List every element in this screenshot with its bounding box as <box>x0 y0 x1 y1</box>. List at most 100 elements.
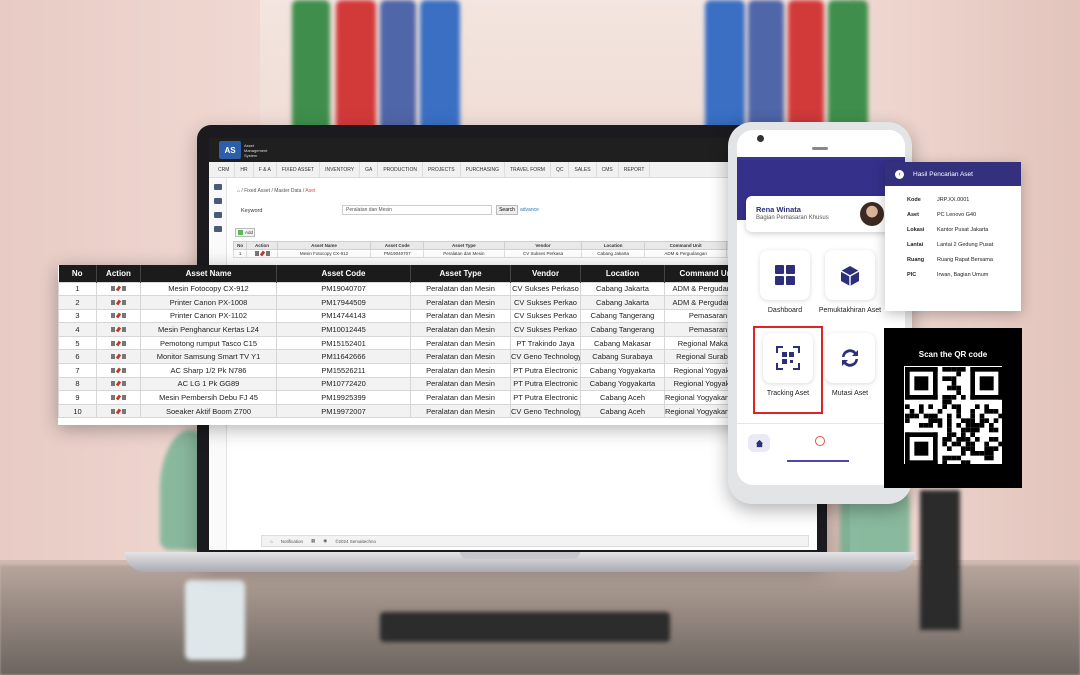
edit-icon[interactable] <box>115 353 122 360</box>
profile-card[interactable]: Rena Winata Bagian Pemasaran Khusus <box>746 196 896 232</box>
delete-icon[interactable] <box>122 286 126 292</box>
notification-link[interactable]: Notification <box>281 539 303 544</box>
delete-icon[interactable] <box>122 381 126 387</box>
menu-item-crm[interactable]: CRM <box>213 161 236 178</box>
edit-icon[interactable] <box>115 367 122 374</box>
column-header[interactable]: Vendor <box>510 265 581 282</box>
column-header[interactable]: Asset Name <box>140 265 277 282</box>
dashboard-tile[interactable] <box>760 250 810 300</box>
delete-icon[interactable] <box>122 313 126 319</box>
mutasi-aset-tile[interactable] <box>825 333 875 383</box>
history-icon[interactable] <box>815 436 825 446</box>
keyword-input[interactable]: Peralatan dan Mesin <box>342 205 492 215</box>
pemuktakhiran-aset-tile[interactable] <box>825 250 875 300</box>
table-row[interactable]: 8 AC LG 1 Pk GG89 PM10772420 Peralatan dan … <box>58 376 752 392</box>
edit-icon[interactable] <box>115 326 122 333</box>
back-icon[interactable]: ‹ <box>895 169 904 179</box>
menu-item-travel-form[interactable]: TRAVEL FORM <box>505 161 551 178</box>
menu-item-purchasing[interactable]: PURCHASING <box>461 161 505 178</box>
delete-icon[interactable] <box>122 367 126 373</box>
row-action-icons[interactable] <box>96 308 141 324</box>
column-header[interactable]: No <box>58 265 97 282</box>
sidebar-icon-4[interactable] <box>213 226 222 232</box>
view-icon[interactable] <box>111 340 115 346</box>
menu-item-ga[interactable]: GA <box>360 161 379 178</box>
mini-action-icons[interactable] <box>246 249 278 258</box>
delete-icon[interactable] <box>122 408 126 414</box>
edit-icon[interactable] <box>115 340 122 347</box>
mini-col-asset-name: Asset Name <box>276 241 372 250</box>
delete-icon[interactable] <box>122 340 126 346</box>
table-row[interactable]: 3 Printer Canon PX-1102 PM14744143 Peralata… <box>58 308 752 324</box>
table-row[interactable]: 10 Soeaker Aktif Boom Z700 PM19972007 Peral… <box>58 403 752 419</box>
view-icon[interactable] <box>111 299 115 305</box>
app-logo[interactable]: AS <box>219 141 241 159</box>
menu-item-sales[interactable]: SALES <box>569 161 597 178</box>
edit-icon[interactable] <box>115 408 122 415</box>
grid-icon[interactable]: ▦ <box>311 538 315 544</box>
edit-icon[interactable] <box>115 313 122 319</box>
home-icon[interactable]: ⌂ <box>270 539 273 544</box>
view-icon[interactable] <box>111 354 115 360</box>
column-header[interactable]: Asset Code <box>276 265 411 282</box>
menu-item-projects[interactable]: PROJECTS <box>423 161 461 178</box>
delete-icon[interactable] <box>122 327 126 333</box>
mini-cell: PM19040707 <box>370 249 425 258</box>
advance-link[interactable]: advance <box>520 207 539 213</box>
view-icon[interactable] <box>111 286 115 292</box>
menu-item-fa[interactable]: F & A <box>254 161 277 178</box>
delete-icon[interactable] <box>122 354 126 360</box>
menu-item-production[interactable]: PRODUCTION <box>378 161 423 178</box>
search-button[interactable]: Search <box>496 205 518 215</box>
delete-icon[interactable] <box>122 299 126 305</box>
edit-icon[interactable] <box>115 394 122 401</box>
delete-icon[interactable] <box>122 395 126 401</box>
edit-icon[interactable] <box>115 381 122 387</box>
add-button[interactable]: Add <box>235 228 255 237</box>
breadcrumb-fixed-asset[interactable]: Fixed Asset <box>244 188 270 194</box>
mini-table-row[interactable]: 1 Mesin Fotocopy CX-912 PM19040707 Peral… <box>232 249 793 258</box>
row-action-icons[interactable] <box>96 281 141 297</box>
menu-item-qc[interactable]: QC <box>551 161 570 178</box>
table-row[interactable]: 9 Mesin Pembersih Debu FJ 45 PM19925399 Per… <box>58 390 752 405</box>
qr-code[interactable] <box>904 366 1003 465</box>
table-row[interactable]: 6 Monitor Samsung Smart TV Y1 PM11642666 Pe… <box>58 349 752 365</box>
column-header[interactable]: Location <box>580 265 665 282</box>
row-action-icons[interactable] <box>96 363 141 378</box>
table-row[interactable]: 2 Printer Canon PX-1008 PM17944509 Peralata… <box>58 295 752 310</box>
row-action-icons[interactable] <box>96 322 141 337</box>
row-action-icons[interactable] <box>96 390 141 405</box>
table-row[interactable]: 5 Pemotong rumput Tasco C15 PM15152401 Pera… <box>58 335 752 351</box>
edit-icon[interactable] <box>115 299 122 306</box>
sidebar-icon-3[interactable] <box>213 212 222 218</box>
avatar[interactable] <box>860 202 884 226</box>
table-row[interactable]: 4 Mesin Penghancur Kertas L24 PM10012445 Pe… <box>58 322 752 337</box>
row-action-icons[interactable] <box>96 335 141 351</box>
view-icon[interactable] <box>111 367 115 373</box>
home-icon[interactable]: ⌂ <box>237 188 240 194</box>
menu-item-report[interactable]: REPORT <box>619 161 651 178</box>
menu-item-fixed-asset[interactable]: FIXED ASSET <box>277 161 321 178</box>
table-row[interactable]: 7 AC Sharp 1/2 Pk N786 PM15526211 Peralatan… <box>58 363 752 378</box>
menu-item-cms[interactable]: CMS <box>597 161 619 178</box>
column-header[interactable]: Asset Type <box>410 265 511 282</box>
sidebar-icon-2[interactable] <box>213 198 222 204</box>
table-row[interactable]: 1 Mesin Fotocopy CX-912 PM19040707 Peralata… <box>58 281 752 297</box>
row-action-icons[interactable] <box>96 376 141 392</box>
view-icon[interactable] <box>111 381 115 387</box>
globe-icon[interactable]: ◉ <box>323 538 327 544</box>
row-action-icons[interactable] <box>96 349 141 365</box>
breadcrumb-master-data[interactable]: Master Data <box>274 188 301 194</box>
menu-item-inventory[interactable]: INVENTORY <box>320 161 361 178</box>
menu-item-hr[interactable]: HR <box>235 161 254 178</box>
view-icon[interactable] <box>111 327 115 333</box>
home-icon[interactable] <box>748 434 770 452</box>
row-action-icons[interactable] <box>96 295 141 310</box>
view-icon[interactable] <box>111 395 115 401</box>
row-action-icons[interactable] <box>96 403 141 419</box>
column-header[interactable]: Action <box>96 265 141 282</box>
sidebar-icon-1[interactable] <box>213 184 222 190</box>
view-icon[interactable] <box>111 408 115 414</box>
edit-icon[interactable] <box>115 285 122 292</box>
view-icon[interactable] <box>111 313 115 319</box>
